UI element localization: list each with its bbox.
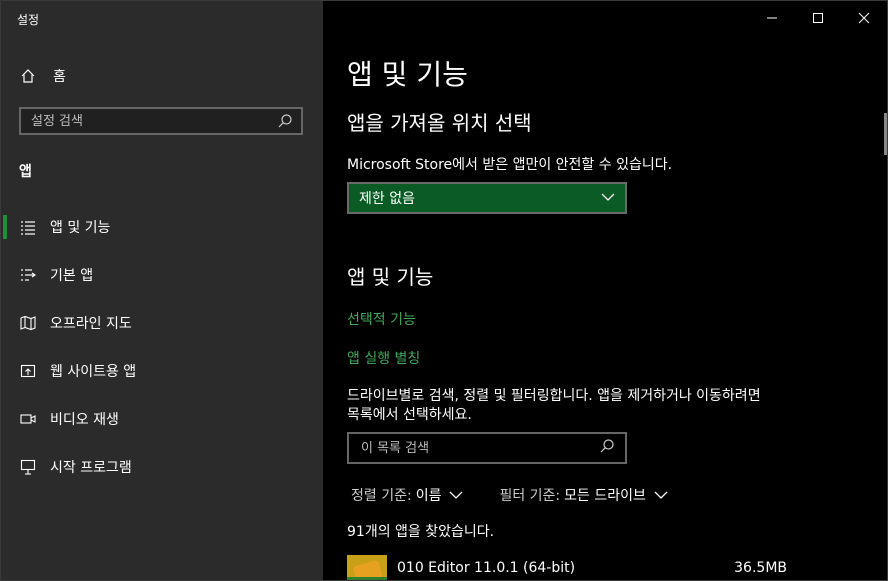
filter-label: 필터 기준: xyxy=(499,488,561,504)
sidebar-item-label: 앱 및 기능 xyxy=(50,220,111,236)
scrollbar[interactable] xyxy=(884,113,887,155)
optional-features-link[interactable]: 선택적 기능 xyxy=(347,309,416,329)
sidebar-item-label: 기본 앱 xyxy=(50,268,94,284)
app-size: 36.5MB xyxy=(734,560,787,576)
sidebar-item-apps-for-websites[interactable]: 웹 사이트용 앱 xyxy=(1,347,323,395)
main-content: 앱 및 기능 앱을 가져올 위치 선택 Microsoft Store에서 받은… xyxy=(347,1,867,580)
sidebar-item-startup[interactable]: 시작 프로그램 xyxy=(1,443,323,491)
app-source-dropdown[interactable]: 제한 없음 xyxy=(347,182,627,214)
search-icon[interactable] xyxy=(599,438,615,458)
sidebar-item-default-apps[interactable]: 기본 앱 xyxy=(1,251,323,299)
sort-label: 정렬 기준: xyxy=(351,488,412,504)
sort-filter-row: 정렬 기준: 이름 필터 기준: 모든 드라이브 xyxy=(351,485,704,505)
settings-search-input[interactable] xyxy=(29,112,277,130)
dropdown-value: 제한 없음 xyxy=(359,191,415,207)
sidebar-item-label: 비디오 재생 xyxy=(50,412,119,428)
app-execution-aliases-link[interactable]: 앱 실행 별칭 xyxy=(347,348,420,368)
window-title: 설정 xyxy=(17,13,40,27)
chevron-down-icon xyxy=(601,190,615,206)
app-list-search[interactable] xyxy=(347,432,627,464)
map-icon xyxy=(19,314,37,332)
chevron-down-icon xyxy=(449,490,463,500)
sidebar-item-video-playback[interactable]: 비디오 재생 xyxy=(1,395,323,443)
sidebar-item-label: 오프라인 지도 xyxy=(50,316,132,332)
sort-by-dropdown[interactable]: 정렬 기준: 이름 xyxy=(351,485,463,505)
app-name: 010 Editor 11.0.1 (64-bit) xyxy=(397,560,576,576)
page-title: 앱 및 기능 xyxy=(347,58,468,91)
010-editor-app-icon xyxy=(347,555,387,580)
search-icon[interactable] xyxy=(277,113,293,129)
sort-value: 이름 xyxy=(415,488,442,504)
apps-found-count: 91개의 앱을 찾았습니다. xyxy=(347,524,495,540)
default-apps-icon xyxy=(19,266,37,284)
startup-icon xyxy=(19,458,37,476)
source-heading: 앱을 가져올 위치 선택 xyxy=(347,111,532,135)
sidebar: 설정 홈 앱 앱 및 기능 xyxy=(1,1,323,580)
home-icon xyxy=(17,65,39,87)
video-icon xyxy=(19,410,37,428)
filter-by-dropdown[interactable]: 필터 기준: 모든 드라이브 xyxy=(499,485,668,505)
sidebar-item-offline-maps[interactable]: 오프라인 지도 xyxy=(1,299,323,347)
sidebar-item-label: 웹 사이트용 앱 xyxy=(50,364,137,380)
home-nav-item[interactable]: 홈 xyxy=(17,65,66,87)
home-label: 홈 xyxy=(53,69,66,85)
open-in-app-icon xyxy=(19,362,37,380)
chevron-down-icon xyxy=(654,490,668,500)
apps-heading: 앱 및 기능 xyxy=(347,265,434,289)
list-item[interactable]: 010 Editor 11.0.1 (64-bit) 36.5MB xyxy=(347,555,867,580)
sidebar-item-apps-features[interactable]: 앱 및 기능 xyxy=(1,203,323,251)
sidebar-item-label: 시작 프로그램 xyxy=(50,460,132,476)
sidebar-nav: 앱 및 기능 기본 앱 오프라인 지도 웹 사이트용 앱 비디오 재생 시작 프… xyxy=(1,203,323,491)
source-description: Microsoft Store에서 받은 앱만이 안전할 수 있습니다. xyxy=(347,157,673,173)
apps-description-line1: 드라이브별로 검색, 정렬 및 필터링합니다. 앱을 제거하거나 이동하려면 xyxy=(347,388,761,404)
settings-window: 설정 홈 앱 앱 및 기능 xyxy=(0,0,888,581)
settings-search[interactable] xyxy=(19,107,303,135)
filter-value: 모든 드라이브 xyxy=(564,488,646,504)
app-list-search-input[interactable] xyxy=(359,439,599,457)
list-icon xyxy=(19,218,37,236)
apps-description-line2: 목록에서 선택하세요. xyxy=(347,407,472,423)
sidebar-section-label: 앱 xyxy=(19,164,32,180)
